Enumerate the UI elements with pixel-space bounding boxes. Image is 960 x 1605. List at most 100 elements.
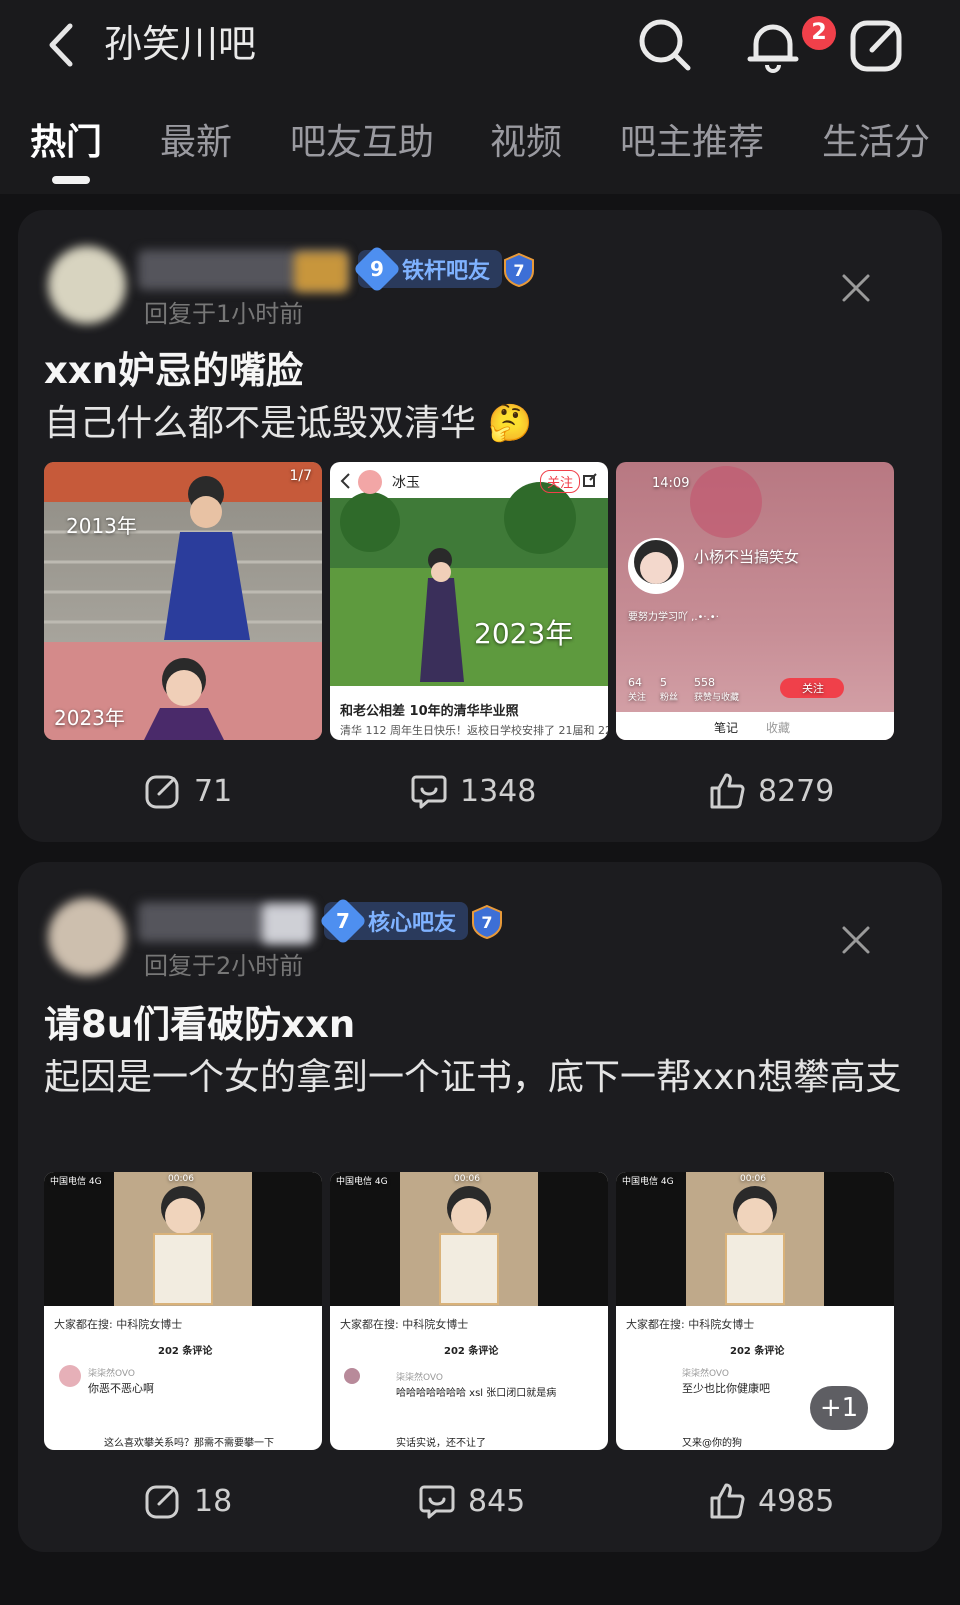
certificate-video-frame <box>44 1172 322 1387</box>
follow-button[interactable]: 关注 <box>802 680 824 696</box>
graduation-photo <box>44 462 322 740</box>
comment-text: 至少也比你健康吧 <box>682 1382 770 1395</box>
level-label: 核心吧友 <box>368 911 457 936</box>
post-image[interactable]: 冰玉 关注 2023年 和老公相差 10年的清华毕业照 清华 112 周年生日快… <box>330 462 608 740</box>
comment-count: 202 条评论 <box>730 1346 785 1357</box>
profile-name: 小杨不当搞笑女 <box>694 548 800 566</box>
post-image[interactable]: 1/7 2013年 2023年 <box>44 462 322 740</box>
active-tab-indicator <box>52 176 90 184</box>
tab-moderator-picks[interactable]: 吧主推荐 <box>620 120 764 166</box>
comment-text: 这么喜欢攀关系吗？那需不需要攀一下 <box>104 1438 274 1449</box>
tab-video[interactable]: 视频 <box>490 120 562 166</box>
stat-label: 粉丝 <box>660 693 679 703</box>
commenter-name: 柒柒然OVO <box>88 1369 136 1379</box>
status-time: 00:06 <box>168 1174 194 1184</box>
search-suggestion[interactable]: 大家都在搜: 中科院女博士 <box>626 1316 754 1332</box>
shield-icon: 7 <box>472 904 502 940</box>
like-stat[interactable]: 8279 <box>708 772 834 810</box>
share-count: 18 <box>194 1483 233 1519</box>
share-icon <box>145 775 179 809</box>
carrier-status: 中国电信 4G <box>50 1177 102 1187</box>
share-stat[interactable]: 18 <box>144 1482 232 1520</box>
share-stat[interactable]: 71 <box>144 772 232 810</box>
comment-count: 845 <box>468 1483 526 1519</box>
tab-bar: 热门 最新 吧友互助 视频 吧主推荐 生活分 <box>0 90 960 194</box>
more-images-badge[interactable]: +1 <box>810 1386 868 1430</box>
tab-favorites[interactable]: 收藏 <box>766 719 790 736</box>
search-icon[interactable] <box>634 14 696 76</box>
profile-bio: 要努力学习吖 ,.•·.•· <box>628 612 719 623</box>
year-label: 2023年 <box>474 617 574 650</box>
post-title[interactable]: xxn妒忌的嘴脸 <box>44 346 303 396</box>
commenter-name: 柒柒然OVO <box>396 1373 444 1383</box>
post-image[interactable]: 14:09 小杨不当搞笑女 要努力学习吖 ,.•·.•· 64 5 558 关注… <box>616 462 894 740</box>
top-bar: 孙笑川吧 2 <box>0 0 960 90</box>
thumbs-up-icon <box>710 1483 745 1519</box>
level-badge: 7 核心吧友 <box>318 896 469 946</box>
tab-hot[interactable]: 热门 <box>30 120 102 166</box>
share-icon <box>145 1485 179 1519</box>
comment-text: 又来@你的狗 <box>682 1438 742 1449</box>
like-count: 4985 <box>758 1483 835 1519</box>
reply-time: 回复于1小时前 <box>144 300 304 328</box>
stat-value: 5 <box>660 676 667 689</box>
certificate-video-frame <box>330 1172 608 1384</box>
edit-icon[interactable] <box>846 14 908 76</box>
search-suggestion[interactable]: 大家都在搜: 中科院女博士 <box>54 1316 182 1332</box>
forum-title: 孙笑川吧 <box>104 22 257 66</box>
bell-icon[interactable] <box>742 14 804 76</box>
search-suggestion[interactable]: 大家都在搜: 中科院女博士 <box>340 1316 468 1332</box>
back-icon[interactable] <box>40 18 84 72</box>
status-time: 00:06 <box>454 1174 480 1184</box>
like-count: 8279 <box>758 773 835 809</box>
level-diamond: 9 <box>352 244 402 294</box>
carrier-status: 中国电信 4G <box>622 1177 674 1187</box>
status-time: 14:09 <box>652 476 690 491</box>
post-title[interactable]: 请8u们看破防xxn <box>44 1000 355 1050</box>
post-body[interactable]: 自己什么都不是诋毁双清华 🤔 <box>44 396 904 452</box>
year-label: 2023年 <box>54 706 125 730</box>
tab-notes[interactable]: 笔记 <box>714 719 738 736</box>
profile-screenshot <box>616 466 894 740</box>
tab-life[interactable]: 生活分 <box>822 120 930 166</box>
like-stat[interactable]: 4985 <box>708 1482 834 1520</box>
level-diamond: 7 <box>318 896 368 946</box>
comment-count: 202 条评论 <box>158 1346 213 1357</box>
comment-text: 你恶不恶心啊 <box>88 1382 154 1395</box>
close-icon[interactable] <box>836 920 876 960</box>
commenter-name: 柒柒然OVO <box>682 1369 730 1379</box>
comment-count: 202 条评论 <box>444 1346 499 1357</box>
back-icon[interactable] <box>338 472 354 490</box>
comment-text: 哈哈哈哈哈哈哈 xsl 张口闭口就是病 <box>396 1388 557 1399</box>
comment-stat[interactable]: 845 <box>418 1482 525 1520</box>
post-caption: 和老公相差 10年的清华毕业照 <box>340 704 519 719</box>
level-badge: 9 铁杆吧友 <box>352 244 503 294</box>
tab-mutual-help[interactable]: 吧友互助 <box>290 120 434 166</box>
comment-stat[interactable]: 1348 <box>410 772 536 810</box>
post-body[interactable]: 起因是一个女的拿到一个证书，底下一帮xxn想攀高支 <box>44 1050 904 1106</box>
stat-label: 关注 <box>628 693 647 703</box>
close-icon[interactable] <box>836 268 876 308</box>
stat-label: 获赞与收藏 <box>694 693 740 703</box>
thumbs-up-icon <box>710 773 745 809</box>
share-icon[interactable] <box>582 472 598 488</box>
user-tag-blurred <box>262 904 312 944</box>
post-card[interactable]: 7 核心吧友 7 回复于2小时前 请8u们看破防xxn 起因是一个女的拿到一个证… <box>18 862 942 1552</box>
follow-button[interactable]: 关注 <box>540 470 581 493</box>
post-image[interactable]: 中国电信 4G 00:06 大家都在搜: 中科院女博士 202 条评论 柒柒然O… <box>44 1172 322 1450</box>
post-image[interactable]: 中国电信 4G 00:06 大家都在搜: 中科院女博士 202 条评论 柒柒然O… <box>330 1172 608 1450</box>
author-name: 冰玉 <box>392 475 420 491</box>
shield-icon: 7 <box>504 252 534 288</box>
post-subtext: 清华 112 周年生日快乐！返校日学校安排了 21届和 22 <box>340 724 608 737</box>
image-counter: 1/7 <box>289 468 312 484</box>
avatar[interactable] <box>48 898 126 976</box>
svg-text:7: 7 <box>481 913 492 932</box>
post-card[interactable]: 9 铁杆吧友 7 回复于1小时前 xxn妒忌的嘴脸 自己什么都不是诋毁双清华 🤔… <box>18 210 942 842</box>
avatar[interactable] <box>48 246 126 324</box>
reply-time: 回复于2小时前 <box>144 952 304 980</box>
lawn-photo <box>330 470 608 686</box>
comment-icon <box>419 1485 455 1519</box>
comment-icon <box>411 775 447 809</box>
tab-latest[interactable]: 最新 <box>160 120 232 166</box>
stat-value: 558 <box>694 676 715 689</box>
